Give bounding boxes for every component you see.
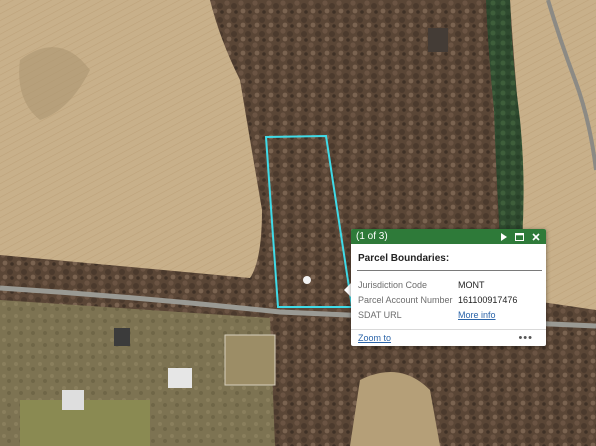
barn xyxy=(168,368,192,388)
lawn xyxy=(20,400,150,446)
attribute-key: Parcel Account Number xyxy=(358,294,453,305)
attribute-row: Jurisdiction Code MONT xyxy=(358,277,546,292)
attribute-row: Parcel Account Number 161100917476 xyxy=(358,292,546,307)
close-icon[interactable] xyxy=(529,230,542,243)
house xyxy=(62,390,84,410)
next-feature-icon[interactable] xyxy=(497,230,510,243)
feature-count: (1 of 3) xyxy=(356,231,388,242)
zoom-to-link[interactable]: Zoom to xyxy=(358,333,391,343)
paddock xyxy=(224,334,276,386)
shed xyxy=(114,328,130,346)
parcel-popup: (1 of 3) Parcel Boundaries: Jurisdiction… xyxy=(351,229,546,346)
more-actions-button[interactable]: ••• xyxy=(518,332,533,344)
popup-header: (1 of 3) xyxy=(351,229,546,244)
popup-footer: Zoom to ••• xyxy=(351,329,546,346)
attribute-row: SDAT URL More info xyxy=(358,307,546,322)
dwelling-marker xyxy=(303,276,311,284)
attribute-key: SDAT URL xyxy=(358,309,402,320)
outbuilding xyxy=(428,28,448,52)
crop-field-west xyxy=(0,0,262,278)
attribute-key: Jurisdiction Code xyxy=(358,279,428,290)
aerial-map[interactable] xyxy=(0,0,596,446)
more-info-link[interactable]: More info xyxy=(458,310,496,320)
title-divider xyxy=(357,270,542,271)
popup-title: Parcel Boundaries: xyxy=(358,253,450,264)
attribute-value: MONT xyxy=(458,279,485,290)
maximize-icon[interactable] xyxy=(513,230,526,243)
popup-pointer xyxy=(344,283,351,297)
attribute-table: Jurisdiction Code MONT Parcel Account Nu… xyxy=(358,277,546,322)
attribute-value: 161100917476 xyxy=(458,294,518,305)
